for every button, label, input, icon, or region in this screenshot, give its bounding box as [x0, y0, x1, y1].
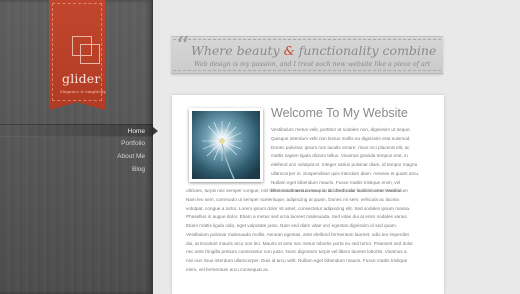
nav-item-portfolio[interactable]: Portfolio — [0, 137, 153, 150]
text-line: ultricies, turpis nec semper congue, nis… — [186, 188, 402, 193]
text-line: Nullam eget bibendum mauris. Fusce matti… — [271, 179, 401, 185]
site-subtagline: Web design is my passion, and I treat ea… — [194, 61, 431, 68]
main-nav: Home Portfolio About Me Blog — [0, 124, 153, 176]
text-line: nisi non risus interdum ullamcorper. Dui… — [186, 258, 408, 263]
text-line: eleifend orci volutpat et. Integer variu… — [271, 162, 418, 167]
nav-item-about-me[interactable]: About Me — [0, 150, 153, 163]
dandelion-photo — [192, 111, 260, 179]
tagline-ampersand: & — [283, 43, 295, 58]
text-line: nec ante fringilla pretium consectetur n… — [186, 249, 407, 255]
active-nav-arrow-icon — [153, 127, 158, 135]
tagline-part2: functionality combine — [294, 43, 437, 58]
page-title: Welcome To My Website — [271, 106, 408, 120]
featured-photo-frame — [189, 108, 263, 182]
nav-item-blog[interactable]: Blog — [0, 163, 153, 176]
main-paragraph: ultricies, turpis nec semper congue, nis… — [186, 187, 439, 275]
nav-item-home[interactable]: Home — [0, 124, 153, 137]
intro-paragraph: Vestibulum metus velit, porttitor at sod… — [271, 126, 439, 196]
logo-text[interactable]: glider — [62, 71, 102, 86]
logo-square-front — [80, 44, 100, 64]
text-line: Phasellus in augue dolor. Etiam a metus … — [186, 214, 409, 220]
text-line: Quisque interdum velit non lectus mollis… — [271, 135, 411, 141]
text-line: dui, at tincidunt mauris arcu non leo. M… — [186, 240, 413, 246]
site-tagline: Where beauty & functionality combine — [191, 43, 441, 58]
text-line: enim, vel fermentum arcu consequat ac. — [186, 266, 270, 272]
text-line: Donec pulvinar, ipsum non iaculis ornare… — [271, 144, 410, 150]
text-line: Nam leo sem, commodo ut semper scelerisq… — [186, 196, 399, 202]
text-line: Etiam mattis ligula odio, eget vulputate… — [186, 223, 398, 228]
text-line: volutpat, congue a tortor. Lorem ipsum d… — [186, 205, 411, 211]
quote-icon: “ — [176, 32, 190, 62]
text-line: ullamcorper in. Suspendisse quis interdu… — [271, 170, 420, 176]
text-line: Vestibulum pulvinar malesuada mollis. Ae… — [186, 231, 409, 237]
logo-squares-icon — [72, 36, 100, 64]
logo-tagline: elegance & simplicity — [60, 89, 106, 94]
tagline-part1: Where beauty — [191, 43, 284, 58]
text-line: Vestibulum metus velit, porttitor at sod… — [271, 127, 411, 132]
text-line: mattis sapien ligula dictum tellus. Viva… — [271, 153, 408, 159]
